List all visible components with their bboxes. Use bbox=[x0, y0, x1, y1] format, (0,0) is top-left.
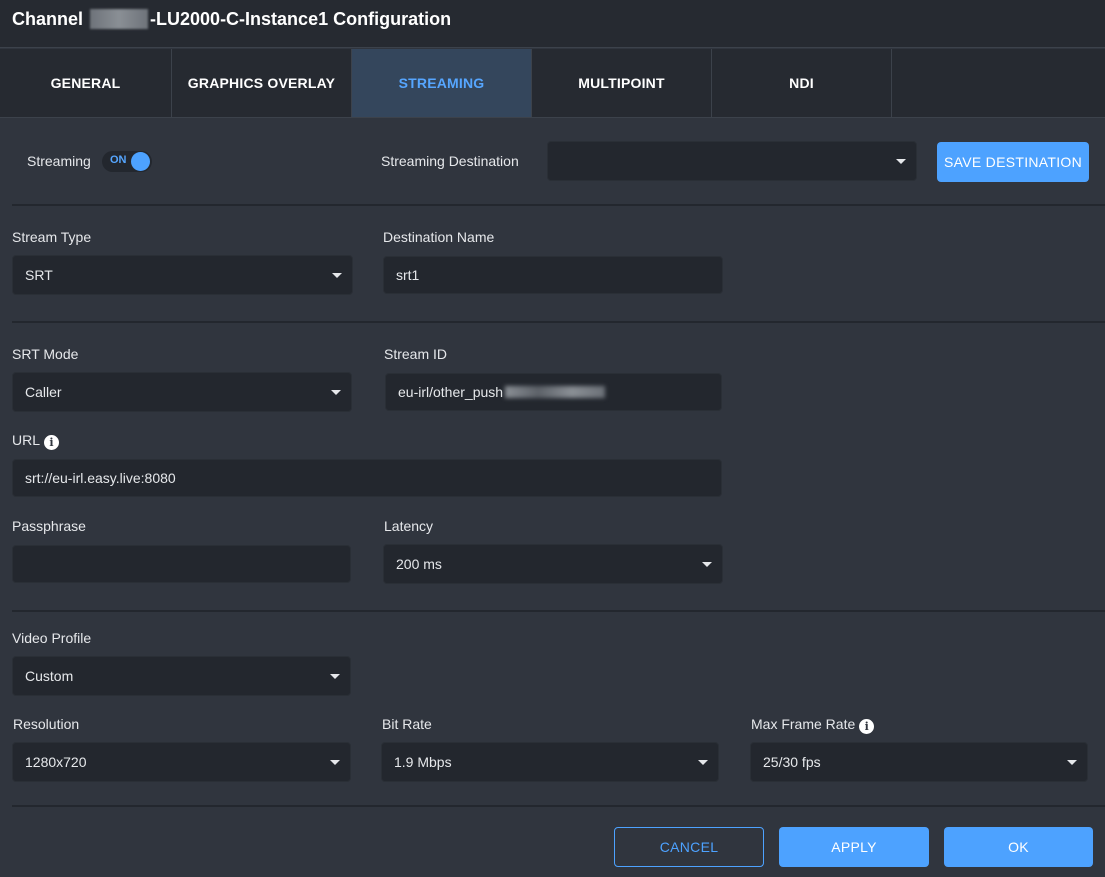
chevron-down-icon bbox=[330, 760, 340, 765]
streaming-destination-label: Streaming Destination bbox=[381, 153, 519, 169]
cancel-button[interactable]: CANCEL bbox=[614, 827, 764, 867]
toggle-on-label: ON bbox=[110, 154, 127, 166]
max-frame-rate-label-text: Max Frame Rate bbox=[751, 716, 856, 732]
stream-id-label: Stream ID bbox=[384, 346, 448, 362]
latency-label: Latency bbox=[384, 518, 434, 534]
window-title: Channel -LU2000-C-Instance1 Configuratio… bbox=[12, 9, 451, 30]
chevron-down-icon bbox=[331, 390, 341, 395]
resolution-label: Resolution bbox=[13, 716, 80, 732]
srt-mode-select[interactable]: Caller bbox=[12, 372, 352, 412]
video-profile-select[interactable]: Custom bbox=[12, 656, 351, 696]
divider bbox=[12, 610, 1105, 612]
info-icon[interactable]: i bbox=[44, 435, 60, 450]
divider bbox=[12, 321, 1105, 323]
video-profile-value: Custom bbox=[25, 668, 74, 684]
toggle-knob bbox=[131, 152, 150, 171]
max-frame-rate-label: Max Frame Rate i bbox=[751, 716, 875, 734]
bit-rate-value: 1.9 Mbps bbox=[394, 754, 452, 770]
tab-streaming[interactable]: STREAMING bbox=[352, 49, 532, 117]
bit-rate-select[interactable]: 1.9 Mbps bbox=[381, 742, 719, 782]
title-bar: Channel -LU2000-C-Instance1 Configuratio… bbox=[0, 0, 1105, 48]
latency-select[interactable]: 200 ms bbox=[383, 544, 723, 584]
tab-graphics-overlay[interactable]: GRAPHICS OVERLAY bbox=[172, 49, 352, 117]
streaming-label: Streaming bbox=[27, 153, 91, 169]
chevron-down-icon bbox=[896, 159, 906, 164]
max-frame-rate-value: 25/30 fps bbox=[763, 754, 821, 770]
redacted-channel-name bbox=[90, 9, 149, 29]
url-value: srt://eu-irl.easy.live:8080 bbox=[25, 470, 176, 486]
redacted-stream-key bbox=[505, 386, 606, 398]
stream-type-label: Stream Type bbox=[12, 229, 92, 245]
url-label: URL i bbox=[12, 432, 60, 450]
stream-id-value: eu-irl/other_push bbox=[398, 384, 504, 400]
chevron-down-icon bbox=[332, 273, 342, 278]
destination-name-input[interactable]: srt1 bbox=[383, 256, 723, 294]
chevron-down-icon bbox=[330, 674, 340, 679]
srt-mode-value: Caller bbox=[25, 384, 62, 400]
resolution-value: 1280x720 bbox=[25, 754, 87, 770]
streaming-toggle[interactable]: ON bbox=[102, 151, 152, 172]
save-destination-button[interactable]: SAVE DESTINATION bbox=[937, 142, 1089, 182]
tab-multipoint[interactable]: MULTIPOINT bbox=[532, 49, 712, 117]
stream-id-input[interactable]: eu-irl/other_push bbox=[385, 373, 722, 411]
video-profile-label: Video Profile bbox=[12, 630, 92, 646]
passphrase-input[interactable] bbox=[12, 545, 351, 583]
chevron-down-icon bbox=[1067, 760, 1077, 765]
url-label-text: URL bbox=[12, 432, 41, 448]
title-suffix: -LU2000-C-Instance1 Configuration bbox=[150, 9, 452, 29]
passphrase-label: Passphrase bbox=[12, 518, 86, 534]
max-frame-rate-select[interactable]: 25/30 fps bbox=[750, 742, 1088, 782]
destination-name-value: srt1 bbox=[396, 267, 420, 283]
stream-type-value: SRT bbox=[25, 267, 53, 283]
title-prefix: Channel bbox=[12, 9, 84, 29]
chevron-down-icon bbox=[702, 562, 712, 567]
tab-ndi[interactable]: NDI bbox=[712, 49, 892, 117]
tab-bar: GENERAL GRAPHICS OVERLAY STREAMING MULTI… bbox=[0, 49, 1105, 118]
divider bbox=[12, 204, 1105, 206]
resolution-select[interactable]: 1280x720 bbox=[12, 742, 351, 782]
ok-button[interactable]: OK bbox=[944, 827, 1093, 867]
srt-mode-label: SRT Mode bbox=[12, 346, 79, 362]
destination-name-label: Destination Name bbox=[383, 229, 495, 245]
apply-button[interactable]: APPLY bbox=[779, 827, 929, 867]
streaming-destination-select[interactable] bbox=[547, 141, 917, 181]
tab-general[interactable]: GENERAL bbox=[0, 49, 172, 117]
info-icon[interactable]: i bbox=[859, 719, 875, 734]
bit-rate-label: Bit Rate bbox=[382, 716, 432, 732]
url-input[interactable]: srt://eu-irl.easy.live:8080 bbox=[12, 459, 722, 497]
chevron-down-icon bbox=[698, 760, 708, 765]
latency-value: 200 ms bbox=[396, 556, 442, 572]
stream-type-select[interactable]: SRT bbox=[12, 255, 353, 295]
divider bbox=[12, 805, 1105, 807]
